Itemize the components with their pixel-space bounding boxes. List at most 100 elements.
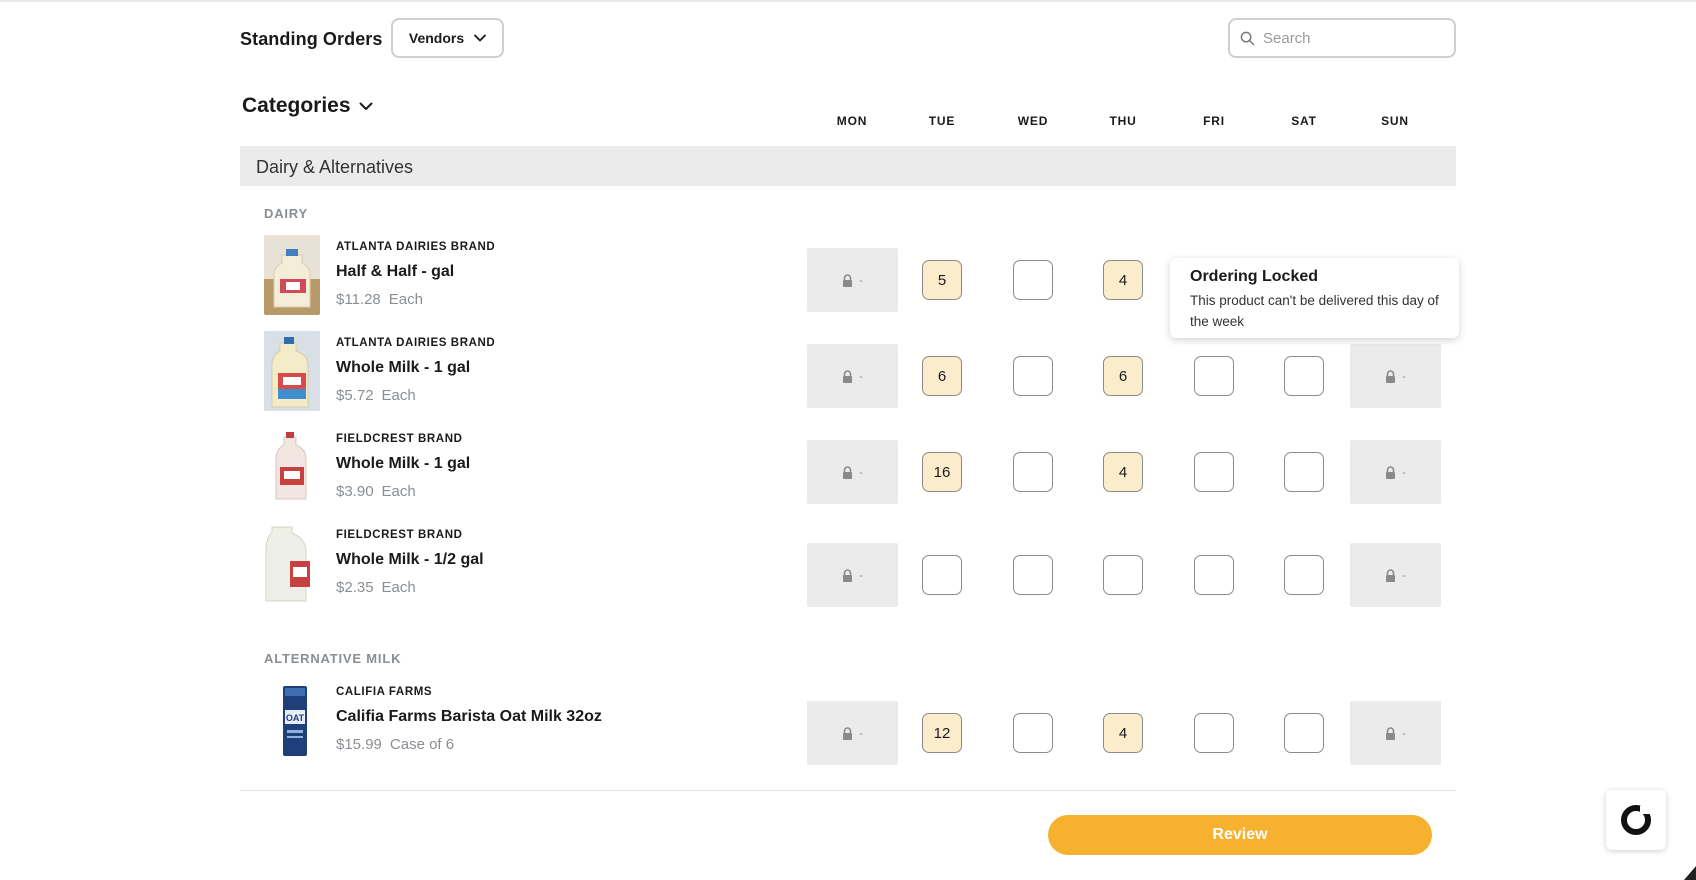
quantity-input-wed[interactable] <box>1013 555 1053 595</box>
product-image <box>264 427 320 507</box>
locked-day-cell-sun[interactable]: - <box>1350 344 1441 408</box>
locked-day-cell-mon[interactable]: - <box>807 543 898 607</box>
product-image: OAT <box>264 680 320 760</box>
category-group-header: Dairy & Alternatives <box>240 146 1456 186</box>
price-unit: Each <box>381 579 416 596</box>
locked-day-cell-sun[interactable]: - <box>1350 440 1441 504</box>
price-unit: Each <box>381 483 416 500</box>
locked-day-cell-sun[interactable]: - <box>1350 701 1441 765</box>
section-label-dairy: DAIRY <box>264 206 308 221</box>
categories-dropdown[interactable]: Categories <box>242 94 373 118</box>
product-name[interactable]: Califia Farms Barista Oat Milk 32oz <box>336 708 602 726</box>
product-price: $11.28 Each <box>336 291 423 308</box>
svg-text:OAT: OAT <box>286 713 305 723</box>
locked-placeholder: - <box>1402 465 1406 479</box>
quantity-input-wed[interactable] <box>1013 713 1053 753</box>
product-brand: FIELDCREST BRAND <box>336 433 463 445</box>
product-row: FIELDCREST BRAND Whole Milk - 1/2 gal $2… <box>264 523 784 603</box>
price-unit: Each <box>381 387 416 404</box>
product-row: OAT CALIFIA FARMS Califia Farms Barista … <box>264 680 784 760</box>
search-input[interactable] <box>1263 29 1443 47</box>
price-value: $5.72 <box>336 387 374 404</box>
lock-icon <box>843 568 852 582</box>
lock-icon <box>843 465 852 479</box>
quantity-input-fri[interactable] <box>1194 555 1234 595</box>
day-header-thu: THU <box>1109 114 1137 128</box>
lock-icon <box>843 369 852 383</box>
price-unit: Case of 6 <box>389 736 455 753</box>
quantity-input-tue[interactable] <box>922 260 962 300</box>
quantity-input-thu[interactable] <box>1103 713 1143 753</box>
product-brand: CALIFIA FARMS <box>336 686 433 698</box>
day-header-tue: TUE <box>928 114 956 128</box>
category-group-title: Dairy & Alternatives <box>256 157 414 177</box>
day-header-mon: MON <box>836 114 868 128</box>
search-icon <box>1240 31 1255 45</box>
quantity-input-fri[interactable] <box>1194 713 1234 753</box>
locked-placeholder: - <box>859 273 863 287</box>
quantity-input-wed[interactable] <box>1013 260 1053 300</box>
locked-placeholder: - <box>1402 369 1406 383</box>
review-button[interactable]: Review <box>1048 815 1432 855</box>
quantity-input-sat[interactable] <box>1284 555 1324 595</box>
locked-day-cell-mon[interactable]: - <box>807 440 898 504</box>
product-name[interactable]: Half & Half - gal <box>336 263 454 281</box>
day-header-fri: FRI <box>1203 114 1225 128</box>
page-header: Standing Orders Vendors <box>240 18 1456 58</box>
product-image <box>264 331 320 411</box>
quantity-input-tue[interactable] <box>922 356 962 396</box>
quantity-input-thu[interactable] <box>1103 356 1143 396</box>
product-brand: FIELDCREST BRAND <box>336 529 463 541</box>
locked-placeholder: - <box>1402 726 1406 740</box>
search-box <box>1228 18 1456 58</box>
product-name[interactable]: Whole Milk - 1 gal <box>336 455 470 473</box>
product-price: $5.72 Each <box>336 387 416 404</box>
price-unit: Each <box>388 291 423 308</box>
lock-icon <box>1386 369 1395 383</box>
locked-day-cell-mon[interactable]: - <box>807 701 898 765</box>
locked-day-cell-mon[interactable]: - <box>807 248 898 312</box>
chevron-down-icon <box>474 34 487 42</box>
product-name[interactable]: Whole Milk - 1/2 gal <box>336 551 484 569</box>
corner-mark-icon <box>1684 866 1696 880</box>
product-price: $2.35 Each <box>336 579 416 596</box>
quantity-input-sat[interactable] <box>1284 713 1324 753</box>
day-header-sat: SAT <box>1291 114 1317 128</box>
lock-icon <box>1386 568 1395 582</box>
lock-icon <box>843 273 852 287</box>
product-price: $15.99 Case of 6 <box>336 736 454 753</box>
product-name[interactable]: Whole Milk - 1 gal <box>336 359 470 377</box>
lock-icon <box>1386 465 1395 479</box>
section-label-alternative-milk: ALTERNATIVE MILK <box>264 651 402 666</box>
locked-day-cell-sun[interactable]: - <box>1350 543 1441 607</box>
chat-launcher[interactable] <box>1606 790 1666 850</box>
product-row: FIELDCREST BRAND Whole Milk - 1 gal $3.9… <box>264 427 784 507</box>
product-price: $3.90 Each <box>336 483 416 500</box>
price-value: $2.35 <box>336 579 374 596</box>
locked-day-cell-mon[interactable]: - <box>807 344 898 408</box>
product-image <box>264 523 320 603</box>
lock-icon <box>843 726 852 740</box>
quantity-input-tue[interactable] <box>922 555 962 595</box>
quantity-input-tue[interactable] <box>922 452 962 492</box>
quantity-input-sat[interactable] <box>1284 452 1324 492</box>
top-border <box>0 0 1696 2</box>
quantity-input-wed[interactable] <box>1013 356 1053 396</box>
quantity-input-thu[interactable] <box>1103 452 1143 492</box>
quantity-input-fri[interactable] <box>1194 356 1234 396</box>
quantity-input-thu[interactable] <box>1103 260 1143 300</box>
locked-placeholder: - <box>859 369 863 383</box>
ordering-locked-tooltip: Ordering Locked This product can't be de… <box>1170 258 1459 338</box>
quantity-input-tue[interactable] <box>922 713 962 753</box>
product-row: ATLANTA DAIRIES BRAND Whole Milk - 1 gal… <box>264 331 784 411</box>
quantity-input-fri[interactable] <box>1194 452 1234 492</box>
footer-divider <box>240 790 1456 791</box>
quantity-input-sat[interactable] <box>1284 356 1324 396</box>
quantity-input-thu[interactable] <box>1103 555 1143 595</box>
tooltip-title: Ordering Locked <box>1190 268 1319 285</box>
price-value: $11.28 <box>336 291 381 308</box>
vendors-dropdown[interactable]: Vendors <box>391 18 504 58</box>
lock-icon <box>1386 726 1395 740</box>
quantity-input-wed[interactable] <box>1013 452 1053 492</box>
price-value: $3.90 <box>336 483 374 500</box>
